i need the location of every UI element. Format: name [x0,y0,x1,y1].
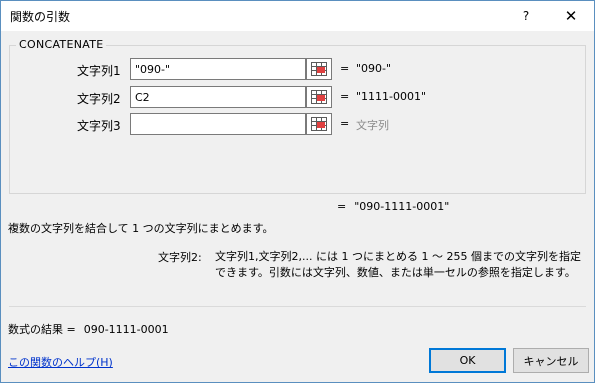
argument-label: 文字列3 [77,119,121,133]
argument-row-3: 文字列3 = 文字列 [10,113,587,136]
argument-equals: = [340,90,350,103]
title-bar: 関数の引数 ? ✕ [1,1,594,31]
range-select-button[interactable] [306,113,332,135]
argument-result-placeholder: 文字列 [356,119,389,132]
result-label: 数式の結果 = [8,323,76,336]
argument-row-1: 文字列1 = "090-" [10,58,587,81]
formula-result-equals: = [337,200,347,213]
help-button[interactable]: ? [509,1,543,31]
range-select-icon [311,117,327,131]
range-select-icon [311,62,327,76]
range-select-icon [311,90,327,104]
function-help-link[interactable]: この関数のヘルプ(H) [8,354,113,370]
argument-input-2[interactable] [130,86,306,108]
formula-result-summary: 数式の結果 = 090-1111-0001 [8,321,169,337]
function-args-group: CONCATENATE 文字列1 = "090-" 文字列2 [9,38,587,194]
ok-button[interactable]: OK [429,348,506,373]
divider [9,306,586,307]
argument-equals: = [340,117,350,130]
argument-label: 文字列2 [77,92,121,106]
dialog-title: 関数の引数 [10,10,71,24]
argument-label: 文字列1 [77,64,121,78]
argument-result: "090-" [356,62,392,75]
function-name: CONCATENATE [16,38,107,51]
formula-result-line: = "090-1111-0001" [337,200,449,213]
result-value: 090-1111-0001 [83,323,169,336]
formula-result-value: "090-1111-0001" [354,200,450,213]
range-select-button[interactable] [306,58,332,80]
range-select-button[interactable] [306,86,332,108]
argument-help-text: 文字列1,文字列2,... には 1 つにまとめる 1 ～ 255 個までの文字… [215,250,581,279]
argument-result: "1111-0001" [356,90,427,103]
function-description: 複数の文字列を結合して 1 つの文字列にまとめます。 [8,222,274,235]
argument-input-3[interactable] [130,113,306,135]
argument-row-2: 文字列2 = "1111-0001" [10,86,587,109]
cancel-button[interactable]: キャンセル [513,348,589,373]
argument-input-1[interactable] [130,58,306,80]
close-button[interactable]: ✕ [549,1,593,31]
argument-equals: = [340,62,350,75]
function-arguments-dialog: 関数の引数 ? ✕ CONCATENATE 文字列1 = "090-" [0,0,595,383]
argument-help-label: 文字列2: [158,251,202,264]
